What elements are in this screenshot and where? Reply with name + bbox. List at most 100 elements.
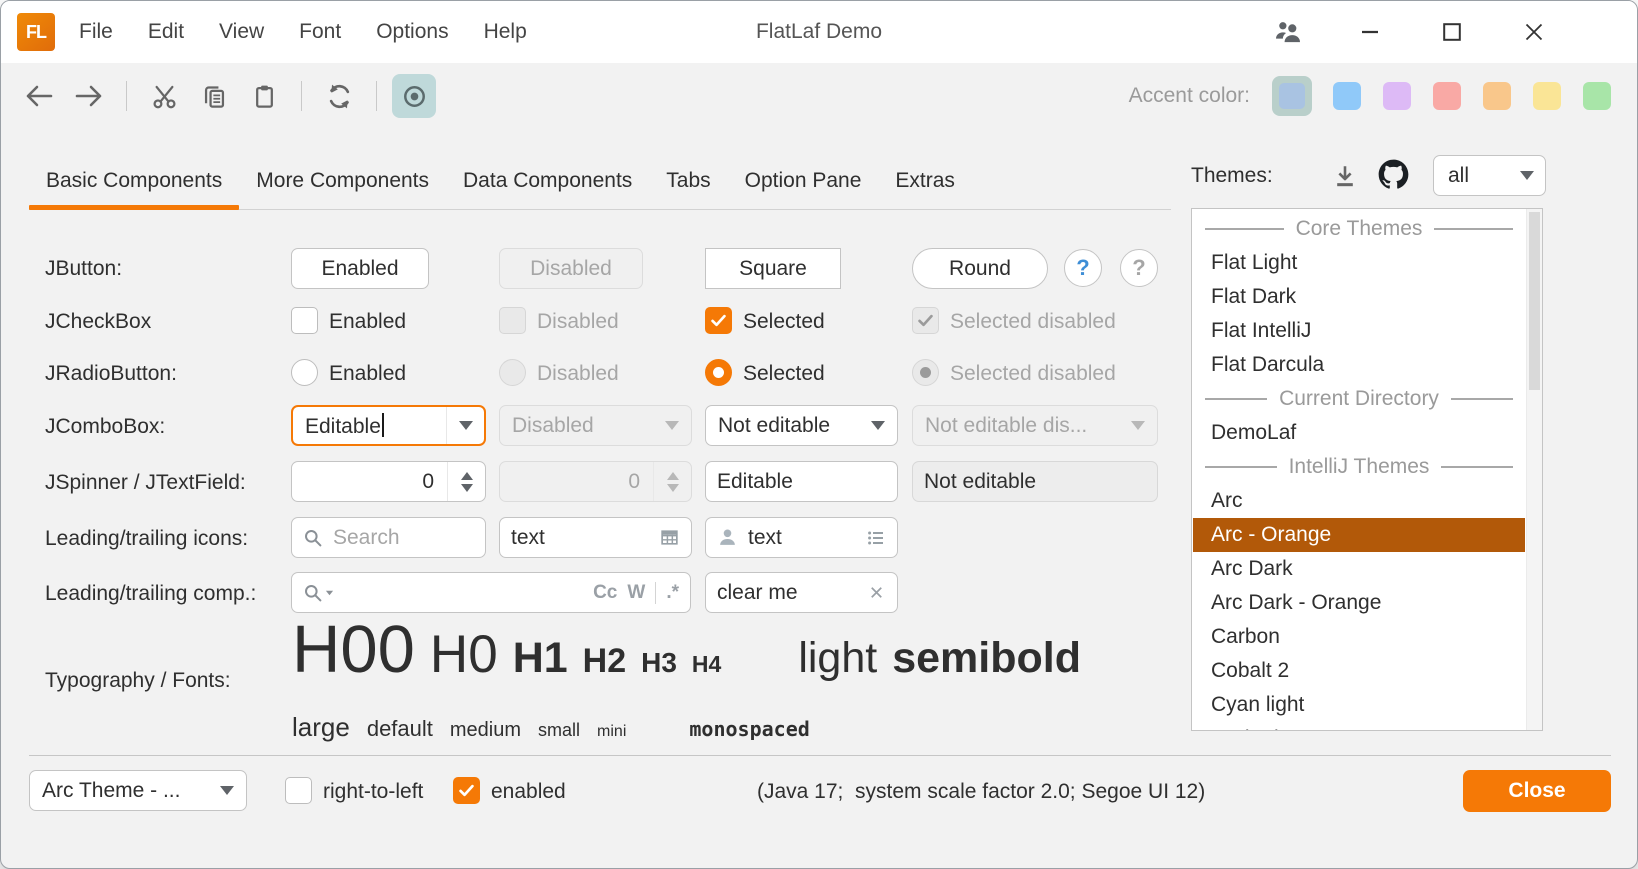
back-icon[interactable]: [17, 74, 61, 118]
checkbox-selected-disabled: [912, 307, 939, 334]
checkbox-selected-disabled-label: Selected disabled: [950, 310, 1116, 334]
accent-swatch-selected[interactable]: [1272, 76, 1312, 116]
theme-item-arc[interactable]: Arc: [1193, 484, 1525, 518]
radio-enabled[interactable]: [291, 359, 318, 386]
theme-item-arc-orange[interactable]: Arc - Orange: [1193, 518, 1525, 552]
menu-edit[interactable]: Edit: [148, 20, 184, 44]
list-icon: [866, 528, 886, 548]
maximize-button[interactable]: [1437, 17, 1467, 47]
spinner[interactable]: 0: [291, 461, 486, 502]
scrollbar-thumb[interactable]: [1529, 212, 1540, 390]
window-controls: [1273, 1, 1549, 63]
enabled-checkbox[interactable]: [453, 777, 480, 804]
theme-item-demolaf[interactable]: DemoLaf: [1193, 416, 1525, 450]
combobox-editable[interactable]: Editable: [291, 405, 486, 446]
clearable-field[interactable]: clear me: [705, 572, 898, 613]
tab-extras[interactable]: Extras: [878, 151, 972, 210]
download-icon[interactable]: [1327, 158, 1363, 194]
text-field-with-table-icon[interactable]: text: [499, 517, 692, 558]
medium-sample: medium: [450, 719, 521, 742]
theme-item-carbon[interactable]: Carbon: [1193, 620, 1525, 654]
theme-item-arc-dark[interactable]: Arc Dark: [1193, 552, 1525, 586]
menu-file[interactable]: File: [79, 20, 113, 44]
github-icon[interactable]: [1375, 156, 1411, 192]
accent-swatch-yellow[interactable]: [1533, 82, 1561, 110]
cut-icon[interactable]: [142, 74, 186, 118]
theme-item-flat-light[interactable]: Flat Light: [1193, 246, 1525, 280]
match-case-button[interactable]: Cc: [593, 582, 617, 604]
round-button[interactable]: Round: [912, 248, 1048, 289]
help-button[interactable]: ?: [1064, 249, 1102, 287]
refresh-icon[interactable]: [317, 74, 361, 118]
tab-more-components[interactable]: More Components: [239, 151, 446, 210]
theme-item-flat-dark[interactable]: Flat Dark: [1193, 280, 1525, 314]
tab-basic-components[interactable]: Basic Components: [29, 151, 239, 210]
radio-disabled-label: Disabled: [537, 362, 619, 386]
close-button[interactable]: Close: [1463, 770, 1611, 812]
menu-help[interactable]: Help: [484, 20, 527, 44]
menu-options[interactable]: Options: [376, 20, 448, 44]
checkbox-enabled[interactable]: [291, 307, 318, 334]
lookandfeel-combo[interactable]: Arc Theme - ...: [29, 770, 247, 811]
theme-list-scrollbar[interactable]: [1526, 209, 1542, 730]
theme-group-separator: IntelliJ Themes: [1193, 450, 1525, 484]
paste-icon[interactable]: [242, 74, 286, 118]
accent-swatch-green[interactable]: [1583, 82, 1611, 110]
radio-selected-disabled-label: Selected disabled: [950, 362, 1116, 386]
h1-sample: H1: [513, 636, 568, 681]
accent-swatch-blue[interactable]: [1333, 82, 1361, 110]
tab-tabs[interactable]: Tabs: [649, 151, 727, 210]
theme-item-flat-darcula[interactable]: Flat Darcula: [1193, 348, 1525, 382]
jbutton-row-label: JButton:: [45, 257, 122, 281]
theme-item-dark-flat[interactable]: Dark Flat: [1193, 722, 1525, 731]
chevron-down-icon[interactable]: [446, 407, 484, 444]
tab-bar: Basic Components More Components Data Co…: [29, 151, 972, 210]
leading-comps-row-label: Leading/trailing comp.:: [45, 582, 256, 606]
theme-item-flat-intellij[interactable]: Flat IntelliJ: [1193, 314, 1525, 348]
combobox-not-editable[interactable]: Not editable: [705, 405, 898, 446]
forward-icon[interactable]: [67, 74, 111, 118]
accent-color-label: Accent color:: [1129, 84, 1250, 108]
chevron-down-icon[interactable]: [859, 406, 897, 445]
text-field-with-user-icon[interactable]: text: [705, 517, 898, 558]
whole-word-button[interactable]: W: [627, 582, 645, 604]
close-window-button[interactable]: [1519, 17, 1549, 47]
search-field[interactable]: Search: [291, 517, 486, 558]
bottom-separator: [29, 755, 1611, 756]
theme-filter-combo[interactable]: all: [1433, 155, 1546, 196]
mini-sample: mini: [597, 723, 626, 741]
copy-icon[interactable]: [192, 74, 236, 118]
menu-view[interactable]: View: [219, 20, 264, 44]
spinner-arrows[interactable]: [447, 462, 485, 501]
theme-list: Core Themes Flat Light Flat Dark Flat In…: [1191, 208, 1543, 731]
theme-item-arc-dark-orange[interactable]: Arc Dark - Orange: [1193, 586, 1525, 620]
checkbox-disabled: [499, 307, 526, 334]
square-button[interactable]: Square: [705, 248, 841, 289]
show-hidden-eye-icon[interactable]: [392, 74, 436, 118]
search-field-with-options[interactable]: Cc W .*: [291, 572, 691, 613]
theme-group-separator: Current Directory: [1193, 382, 1525, 416]
search-with-dropdown-icon[interactable]: [303, 583, 334, 603]
large-sample: large: [292, 712, 350, 743]
menu-font[interactable]: Font: [299, 20, 341, 44]
accent-swatch-purple[interactable]: [1383, 82, 1411, 110]
chevron-down-icon[interactable]: [208, 771, 246, 810]
clear-icon[interactable]: [867, 583, 886, 602]
textfield-editable[interactable]: Editable: [705, 461, 898, 502]
checkbox-selected[interactable]: [705, 307, 732, 334]
tab-option-pane[interactable]: Option Pane: [728, 151, 879, 210]
accent-swatch-orange[interactable]: [1483, 82, 1511, 110]
theme-item-cyan-light[interactable]: Cyan light: [1193, 688, 1525, 722]
jcombobox-row-label: JComboBox:: [45, 415, 165, 439]
theme-item-cobalt-2[interactable]: Cobalt 2: [1193, 654, 1525, 688]
users-icon[interactable]: [1273, 17, 1303, 47]
enabled-label: enabled: [491, 780, 566, 804]
tab-data-components[interactable]: Data Components: [446, 151, 649, 210]
radio-selected[interactable]: [705, 359, 732, 386]
enabled-button[interactable]: Enabled: [291, 248, 429, 289]
accent-swatch-red[interactable]: [1433, 82, 1461, 110]
right-to-left-checkbox[interactable]: [285, 777, 312, 804]
toolbar-separator: [301, 81, 302, 111]
regex-button[interactable]: .*: [666, 582, 679, 604]
minimize-button[interactable]: [1355, 17, 1385, 47]
